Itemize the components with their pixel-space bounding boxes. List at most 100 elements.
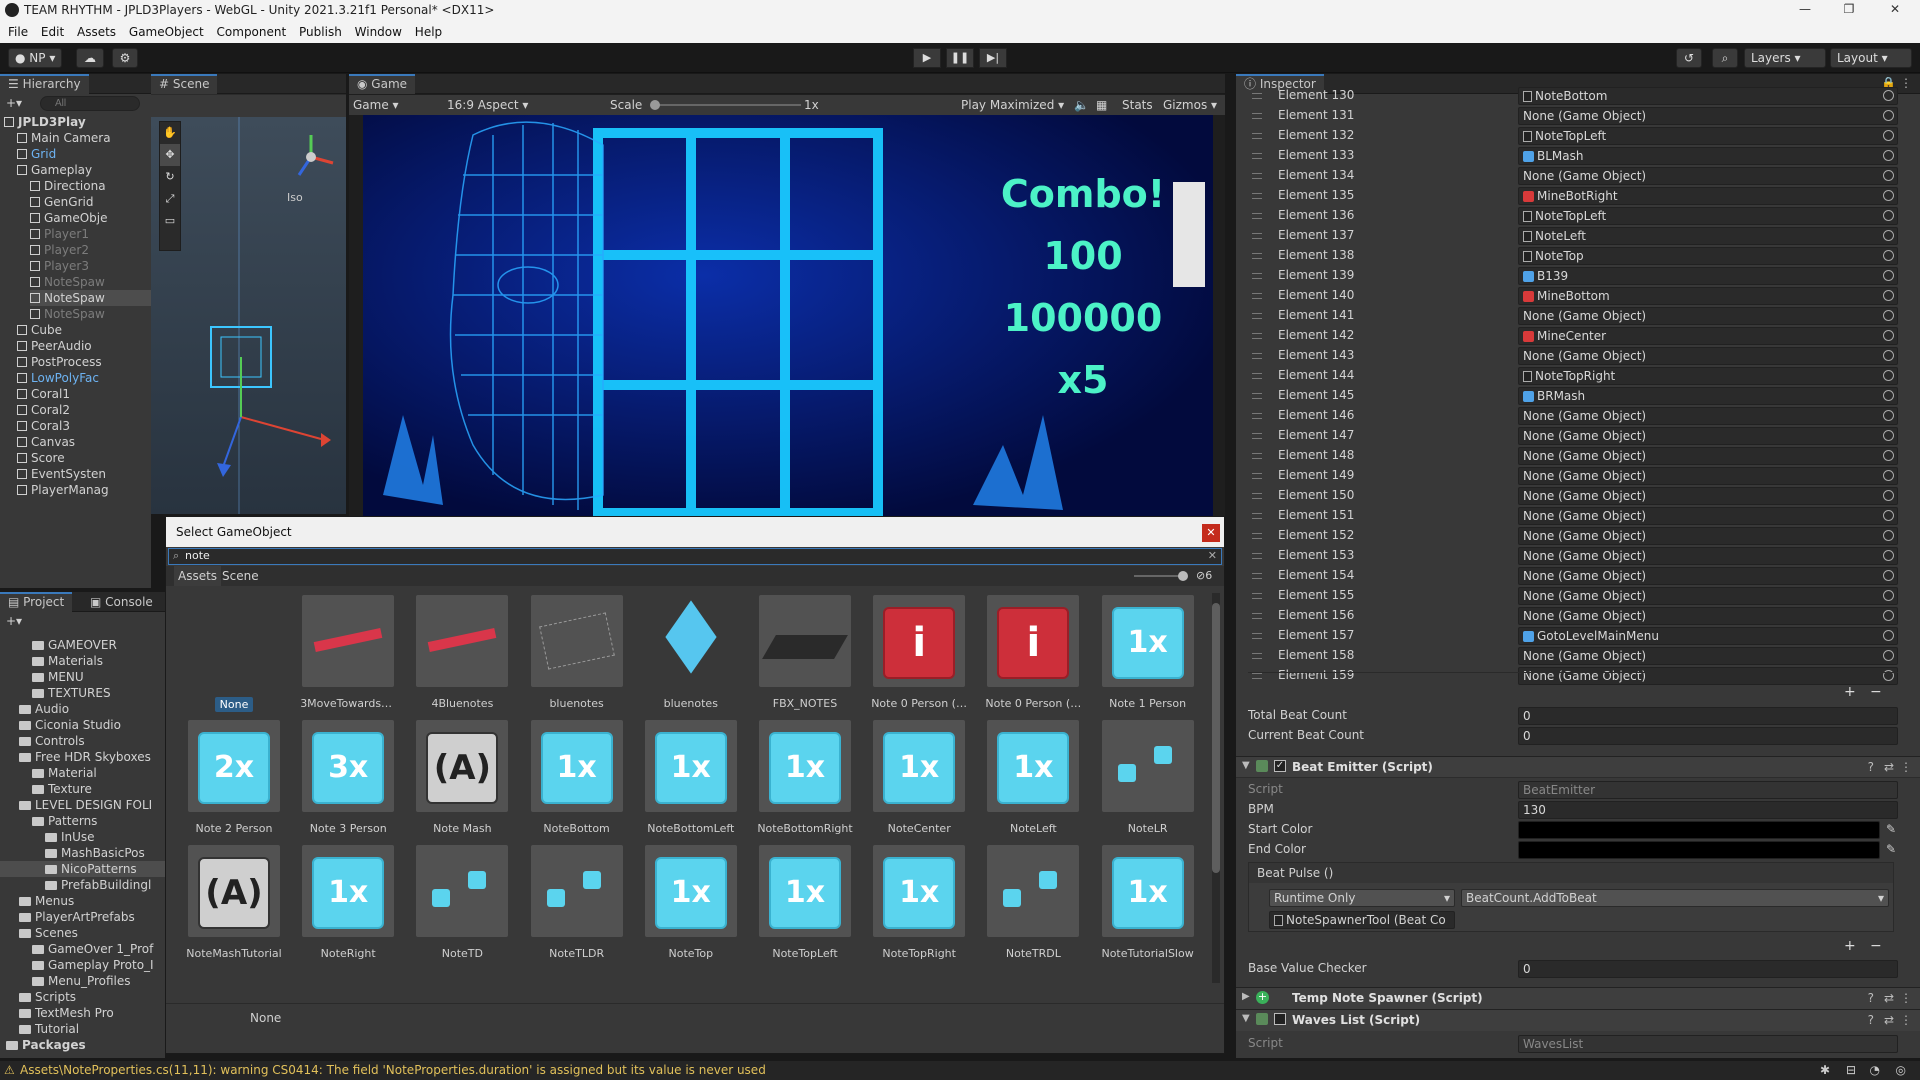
clear-search-icon[interactable]: ✕ <box>1208 549 1217 562</box>
object-picker-icon[interactable] <box>1883 370 1894 381</box>
cloud-icon[interactable]: ☁ <box>76 48 104 68</box>
asset-tile[interactable]: i Note 0 Person (M... <box>985 595 1081 710</box>
scene-viewport[interactable]: ✋ ✥ ↻ ⤢ ▭ Iso <box>151 117 346 514</box>
drag-handle-icon[interactable] <box>1252 293 1262 299</box>
hierarchy-item[interactable]: Directiona <box>30 178 151 194</box>
rotate-tool-icon[interactable]: ↻ <box>160 166 180 188</box>
hierarchy-item[interactable]: Coral1 <box>17 386 151 402</box>
hierarchy-item[interactable]: LowPolyFac <box>17 370 151 386</box>
account-button[interactable]: ● NP ▾ <box>8 48 63 68</box>
asset-tile[interactable]: NoteLR <box>1100 720 1196 835</box>
layout-dropdown[interactable]: Layout ▾ <box>1830 48 1912 68</box>
project-folder[interactable]: Scenes <box>19 925 165 941</box>
object-picker-icon[interactable] <box>1883 190 1894 201</box>
project-folder[interactable]: Menu_Profiles <box>32 973 165 989</box>
history-icon[interactable]: ↺ <box>1676 48 1702 68</box>
step-button[interactable]: ▶| <box>979 48 1007 68</box>
stats-button[interactable]: Stats <box>1122 95 1153 115</box>
menu-component[interactable]: Component <box>217 22 287 43</box>
asset-tile[interactable]: 1x NoteBottom <box>529 720 625 835</box>
tab-project[interactable]: ▤ Project <box>0 592 73 612</box>
hand-tool-icon[interactable]: ✋ <box>160 122 180 144</box>
current-beat-count-field[interactable]: 0 <box>1518 727 1898 745</box>
object-field[interactable]: NoteTopLeft <box>1518 127 1898 145</box>
function-dropdown[interactable]: BeatCount.AddToBeat ▾ <box>1461 889 1889 907</box>
asset-tile[interactable]: (A) NoteMashTutorial <box>186 845 282 960</box>
tab-game[interactable]: ◉ Game <box>349 74 416 94</box>
object-picker-icon[interactable] <box>1883 630 1894 641</box>
object-field[interactable]: NoteTop <box>1518 247 1898 265</box>
object-field[interactable]: None (Game Object) <box>1518 467 1898 485</box>
object-field[interactable]: None (Game Object) <box>1518 407 1898 425</box>
project-folder[interactable]: TEXTURES <box>32 685 165 701</box>
hierarchy-item[interactable]: Gameplay <box>17 162 151 178</box>
play-mode-dropdown[interactable]: Play Maximized ▾ <box>961 95 1064 115</box>
bug-icon[interactable]: ✱ <box>1820 1061 1830 1080</box>
drag-handle-icon[interactable] <box>1252 453 1262 459</box>
status-message[interactable]: Assets\NoteProperties.cs(11,11): warning… <box>20 1061 766 1080</box>
drag-handle-icon[interactable] <box>1252 353 1262 359</box>
play-button[interactable]: ▶ <box>913 48 941 68</box>
hidden-count-icon[interactable]: ⊘6 <box>1196 566 1212 586</box>
drag-handle-icon[interactable] <box>1252 213 1262 219</box>
mute-icon[interactable]: 🔈 <box>1074 95 1089 115</box>
drag-handle-icon[interactable] <box>1252 653 1262 659</box>
object-picker-icon[interactable] <box>1883 150 1894 161</box>
object-field[interactable]: MineBottom <box>1518 287 1898 305</box>
thumbnail-size-slider[interactable] <box>1134 575 1184 577</box>
base-value-field[interactable]: 0 <box>1518 960 1898 978</box>
menu-file[interactable]: File <box>8 22 28 43</box>
drag-handle-icon[interactable] <box>1252 493 1262 499</box>
hierarchy-item[interactable]: Cube <box>17 322 151 338</box>
project-folder[interactable]: Material <box>32 765 165 781</box>
drag-handle-icon[interactable] <box>1252 153 1262 159</box>
object-picker-icon[interactable] <box>1883 590 1894 601</box>
object-picker-icon[interactable] <box>1883 490 1894 501</box>
menu-help[interactable]: Help <box>415 22 442 43</box>
scale-slider[interactable] <box>651 104 801 106</box>
component-menu-icon[interactable]: ⋮ <box>1900 1013 1912 1027</box>
drag-handle-icon[interactable] <box>1252 473 1262 479</box>
project-folder[interactable]: Texture <box>32 781 165 797</box>
hierarchy-item[interactable]: PlayerManag <box>17 482 151 498</box>
display-dropdown[interactable]: Game ▾ <box>353 95 399 115</box>
hierarchy-item[interactable]: Player1 <box>30 226 151 242</box>
object-field[interactable]: None (Game Object) <box>1518 107 1898 125</box>
object-picker-icon[interactable] <box>1883 530 1894 541</box>
hierarchy-item[interactable]: Score <box>17 450 151 466</box>
hierarchy-item[interactable]: Player2 <box>30 242 151 258</box>
asset-tile[interactable]: (A) Note Mash <box>414 720 510 835</box>
iso-label[interactable]: Iso <box>287 191 303 204</box>
asset-tile[interactable]: 2x Note 2 Person <box>186 720 282 835</box>
hierarchy-item[interactable]: Grid <box>17 146 151 162</box>
drag-handle-icon[interactable] <box>1252 393 1262 399</box>
maximize-icon[interactable]: ❐ <box>1834 2 1864 20</box>
object-picker-icon[interactable] <box>1883 570 1894 581</box>
asset-tile[interactable]: NoteTD <box>414 845 510 960</box>
hierarchy-item[interactable]: NoteSpaw <box>30 306 151 322</box>
object-picker-icon[interactable] <box>1883 410 1894 421</box>
asset-tile[interactable]: 1x NoteTop <box>643 845 739 960</box>
drag-handle-icon[interactable] <box>1252 233 1262 239</box>
tab-scene[interactable]: # Scene <box>151 74 218 94</box>
drag-handle-icon[interactable] <box>1252 533 1262 539</box>
dialog-scrollbar[interactable] <box>1212 593 1220 983</box>
asset-tile[interactable]: 1x NoteRight <box>300 845 396 960</box>
object-picker-icon[interactable] <box>1883 290 1894 301</box>
asset-tile[interactable]: bluenotes <box>529 595 625 710</box>
start-color-swatch[interactable] <box>1518 821 1880 839</box>
asset-tile[interactable]: 1x NoteBottomLeft <box>643 720 739 835</box>
dialog-close-icon[interactable]: ✕ <box>1202 524 1220 542</box>
list-remove-button[interactable]: − <box>1870 684 1882 700</box>
object-field[interactable]: MineBotRight <box>1518 187 1898 205</box>
drag-handle-icon[interactable] <box>1252 573 1262 579</box>
hierarchy-item[interactable]: Player3 <box>30 258 151 274</box>
object-picker-icon[interactable] <box>1883 430 1894 441</box>
asset-tile[interactable]: 1x Note 1 Person <box>1100 595 1196 710</box>
menu-assets[interactable]: Assets <box>77 22 116 43</box>
game-viewport[interactable]: Combo! 100 100000 x5 <box>363 115 1213 516</box>
component-menu-icon[interactable]: ⋮ <box>1900 760 1912 774</box>
object-field[interactable]: None (Game Object) <box>1518 447 1898 465</box>
object-picker-icon[interactable] <box>1883 470 1894 481</box>
minimize-icon[interactable]: — <box>1790 2 1820 20</box>
